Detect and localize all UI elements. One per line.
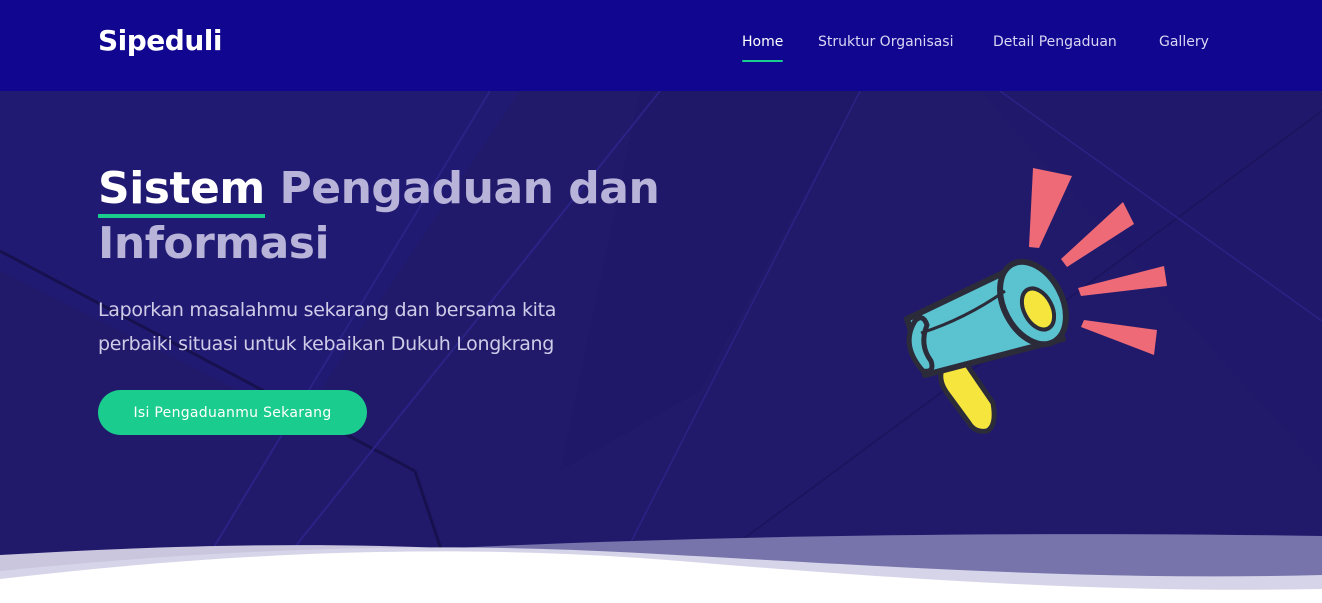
navbar: Sipeduli Home Struktur Organisasi Detail… <box>0 0 1322 91</box>
nav-detail-pengaduan[interactable]: Detail Pengaduan <box>993 34 1117 50</box>
main-nav: Home Struktur Organisasi Detail Pengadua… <box>0 34 1322 64</box>
nav-struktur-organisasi[interactable]: Struktur Organisasi <box>818 34 954 50</box>
hero-title-highlight: Sistem <box>98 163 265 218</box>
hero-subtitle: Laporkan masalahmu sekarang dan bersama … <box>98 299 557 355</box>
megaphone-icon <box>904 168 1167 434</box>
cta-complaint-button[interactable]: Isi Pengaduanmu Sekarang <box>98 390 367 435</box>
hero-section: Sistem Pengaduan dan Informasi Laporkan … <box>0 91 1322 603</box>
hero-wave-divider <box>0 534 1322 603</box>
nav-home[interactable]: Home <box>742 34 784 62</box>
hero-title: Sistem Pengaduan dan Informasi <box>98 161 698 271</box>
nav-home-label: Home <box>742 34 784 50</box>
nav-gallery[interactable]: Gallery <box>1159 34 1209 50</box>
nav-active-indicator <box>742 60 784 62</box>
